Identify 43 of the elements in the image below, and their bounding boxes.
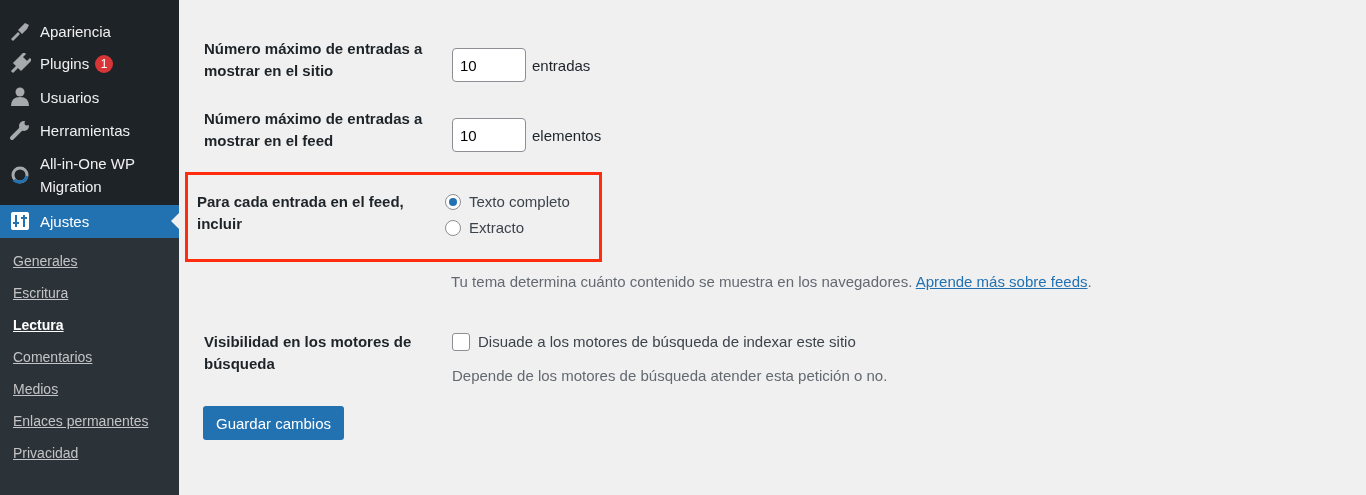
setting-label: Número máximo de entradas a mostrar en el sitio [204,39,424,81]
setting-label: Visibilidad en los motores de búsqueda [204,332,413,374]
save-button[interactable]: Guardar cambios [203,406,345,440]
submenu-item[interactable]: Comentarios [0,340,179,373]
unit-label: entradas [532,56,591,74]
user-icon [9,86,31,108]
number-field[interactable]: 10 [452,48,526,82]
plug-icon [9,53,31,76]
menu-label: Ajustes [40,211,91,232]
count-badge: 1 [95,55,114,74]
menu-item[interactable]: Ajustes [0,204,179,238]
brush-icon [9,20,31,43]
submenu-item[interactable]: Enlaces permanentes [0,404,179,437]
menu-label: All-in-One WP Migration [40,153,136,197]
menu-label: Apariencia [40,22,112,42]
menu-item[interactable]: Usuarios [0,80,179,114]
submenu-item[interactable]: Medios [0,372,179,405]
radio-button[interactable] [445,194,461,210]
menu-item[interactable]: All-in-One WP Migration [0,146,179,203]
option-label: Texto completo [469,192,570,212]
checkbox[interactable] [452,333,470,351]
sliders-icon [9,210,31,232]
menu-item[interactable]: Apariencia [0,15,179,48]
menu-item[interactable]: Herramientas [0,113,179,147]
description-text: Depende de los motores de búsqueda atender esta petición o no. [452,367,889,384]
submenu-item[interactable]: Generales [0,244,179,277]
unit-label: elementos [532,126,602,144]
setting-label: Número máximo de entradas a mostrar en el feed [204,109,424,151]
number-field[interactable]: 10 [452,118,526,152]
checkbox-label: Disuade a los motores de búsqueda de indexar este sitio [478,332,856,352]
menu-label: Plugins [40,54,90,74]
menu-label: Usuarios [40,87,101,108]
option-label: Extracto [469,218,525,238]
description-text: Tu tema determina cuánto contenido se muestra en los navegadores. Aprende más sobre feeds. [451,272,1093,292]
menu-item[interactable]: Plugins 1 [0,48,179,81]
submenu-item[interactable]: Lectura [0,308,179,341]
menu-label: Herramientas [40,120,132,141]
setting-label: Para cada entrada en el feed, incluir [197,192,405,234]
radio-button[interactable] [445,220,461,236]
wrench-icon [9,119,31,141]
submenu-item[interactable]: Escritura [0,276,179,309]
learn-more-link[interactable]: Aprende más sobre feeds [915,273,1088,290]
submenu-item[interactable]: Privacidad [0,436,179,469]
